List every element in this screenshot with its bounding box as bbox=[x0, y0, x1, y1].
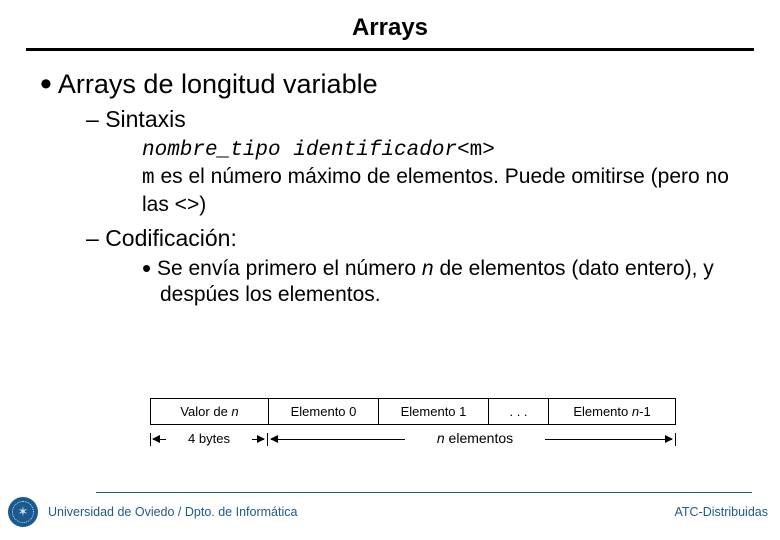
bullet-level-1: • Arrays de longitud variable bbox=[40, 69, 760, 100]
diagram-cell-e0: Elemento 0 bbox=[268, 398, 378, 425]
syntax-code: nombre_tipo identificador<m> bbox=[142, 137, 760, 162]
syntax-heading: – Sintaxis bbox=[86, 106, 760, 133]
tick-icon bbox=[150, 433, 151, 446]
coding-point: • Se envía primero el número n de elemen… bbox=[142, 256, 760, 309]
syntax-code-prefix: nombre_tipo identificador bbox=[142, 139, 457, 162]
diagram-cell-dots: . . . bbox=[488, 398, 548, 425]
cell-valor-pre: Valor de bbox=[180, 404, 231, 419]
cell-valor-n: n bbox=[231, 404, 238, 419]
label-4bytes: 4 bytes bbox=[166, 431, 252, 446]
diagram-cell-valor: Valor de n bbox=[150, 398, 268, 425]
cell-elast-suf: -1 bbox=[639, 404, 651, 419]
diagram-cell-e1: Elemento 1 bbox=[378, 398, 488, 425]
footer-left: Universidad de Oviedo / Dpto. de Informá… bbox=[8, 497, 297, 527]
cell-elast-pre: Elemento bbox=[573, 404, 632, 419]
coding-point-n: n bbox=[422, 257, 434, 280]
tick-icon bbox=[675, 433, 676, 446]
footer: Universidad de Oviedo / Dpto. de Informá… bbox=[0, 492, 780, 540]
coding-heading: – Codificación: bbox=[86, 225, 760, 252]
bullet1-text: Arrays de longitud variable bbox=[58, 69, 378, 99]
label-n-elements-n: n bbox=[437, 430, 445, 446]
bullet-dot-icon: • bbox=[142, 253, 151, 283]
syntax-explain: m es el número máximo de elementos. Pued… bbox=[142, 164, 760, 219]
content-area: • Arrays de longitud variable – Sintaxis… bbox=[0, 51, 780, 308]
syntax-explain-rest: es el número máximo de elementos. Puede … bbox=[142, 165, 729, 216]
diagram-row: Valor de n Elemento 0 Elemento 1 . . . E… bbox=[150, 398, 750, 425]
label-n-elements-rest: elementos bbox=[445, 430, 513, 446]
university-logo-icon bbox=[8, 497, 38, 527]
coding-point-a: Se envía primero el número bbox=[157, 257, 422, 280]
encoding-diagram: Valor de n Elemento 0 Elemento 1 . . . E… bbox=[150, 398, 750, 459]
syntax-gt: > bbox=[482, 139, 495, 162]
slide-title: Arrays bbox=[0, 0, 780, 48]
footer-left-text: Universidad de Oviedo / Dpto. de Informá… bbox=[48, 505, 297, 519]
bullet-dot-icon: • bbox=[40, 65, 52, 103]
diagram-cell-elast: Elemento n-1 bbox=[548, 398, 676, 425]
syntax-explain-m: m bbox=[142, 167, 155, 190]
coding-heading-text: Codificación: bbox=[105, 225, 237, 251]
syntax-m: m bbox=[470, 139, 483, 162]
tick-icon bbox=[267, 433, 268, 446]
footer-right: ATC-Distribuidas bbox=[674, 505, 772, 519]
label-n-elements: n elementos bbox=[405, 430, 545, 446]
diagram-annotations: 4 bytes n elementos bbox=[150, 429, 750, 459]
syntax-lt: < bbox=[457, 139, 470, 162]
syntax-heading-text: Sintaxis bbox=[105, 106, 186, 132]
